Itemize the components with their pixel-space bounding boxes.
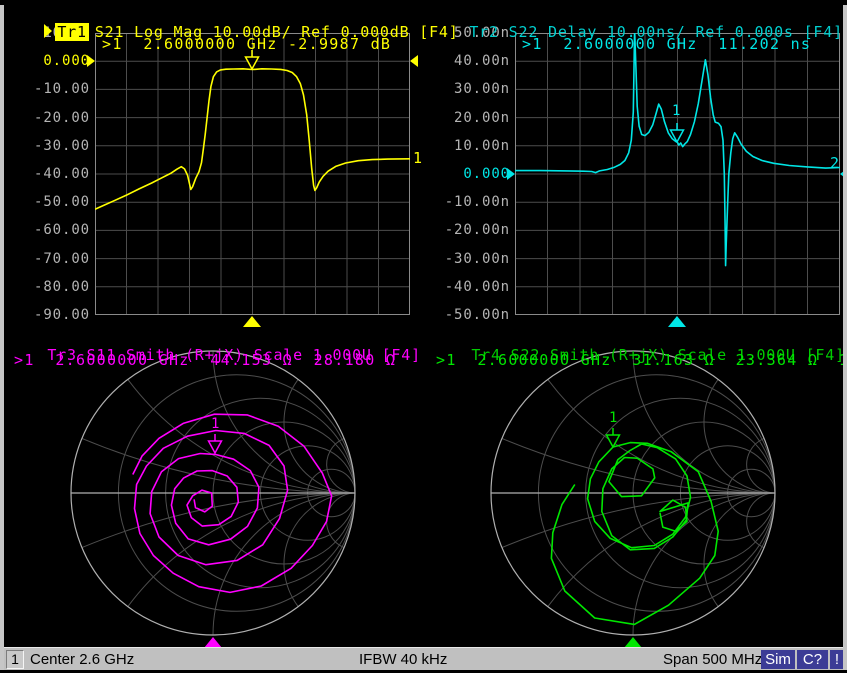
marker-readout-tr3: >1 2.6000000 GHz 44.153 Ω 28.180 Ω 1 [14,351,418,369]
trace-number-tr1: 1 [413,149,422,167]
stimulus-marker-tr2 [668,316,686,327]
marker-1-label-tr2: 1 [672,103,680,119]
left-bezel [0,5,4,670]
y-tick-label: -40.00n [445,279,510,295]
ref-level-marker-left-tr2[interactable] [507,168,515,180]
right-bezel [843,5,847,670]
ref-level-marker-left-tr1[interactable] [87,55,95,67]
sim-mode-badge: Sim [761,650,795,669]
y-tick-label: 20.00n [454,110,510,126]
y-tick-label: -30.00n [445,251,510,267]
y-tick-label: -20.00n [445,222,510,238]
smith-chart-tr4 [483,343,783,643]
y-tick-label: -50.00 [34,194,90,210]
y-tick-label: -10.00 [34,81,90,97]
marker-readout-tr4: >1 2.6000000 GHz 31.163 Ω 23.364 Ω 1 [436,351,843,369]
alert-badge: ! [830,650,844,669]
plot-area-tr1 [95,33,410,315]
y-tick-label: -80.00 [34,279,90,295]
y-tick-label: -30.00 [34,138,90,154]
y-tick-label: 0.000 [463,166,510,182]
ifbw-status: IFBW 40 kHz [359,651,447,668]
active-trace-arrow-icon [44,24,52,38]
channel-indicator: 1 [6,650,24,669]
stimulus-marker-tr1 [243,316,261,327]
y-tick-label: -40.00 [34,166,90,182]
y-tick-label: 30.00n [454,81,510,97]
vna-screen: Tr1S21 Log Mag 10.00dB/ Ref 0.000dB [F4]… [0,0,847,673]
y-tick-label: -60.00 [34,222,90,238]
smith-chart-tr3 [63,343,363,643]
y-tick-label: -90.00 [34,307,90,323]
marker-1-tr3[interactable] [207,434,223,458]
trace-badge-tr1[interactable]: Tr1 [55,23,89,41]
marker-1-tr2[interactable] [669,123,685,147]
y-tick-label: -10.00n [445,194,510,210]
trace-label-tr2[interactable]: Tr2 [469,23,499,41]
ref-level-marker-right-tr1[interactable] [410,55,418,67]
y-axis-tr1: 10.000.000-10.00-20.00-30.00-40.00-50.00… [18,33,90,315]
y-tick-label: -20.00 [34,110,90,126]
marker-1-label-tr4: 1 [609,410,617,426]
span-status: Span 500 MHz [663,651,762,668]
marker-readout-tr2: >1 2.6000000 GHz 11.202 ns [522,35,838,53]
y-tick-label: -70.00 [34,251,90,267]
plot-area-tr2 [515,33,840,315]
status-bar: 1 Center 2.6 GHz IFBW 40 kHz Span 500 MH… [4,647,843,671]
marker-1-label-tr3: 1 [211,416,219,432]
correction-status-badge: C? [797,650,828,669]
center-frequency-status: Center 2.6 GHz [30,651,134,668]
y-tick-label: -50.00n [445,307,510,323]
trace-number-tr2: 2 [830,154,839,172]
y-tick-label: 10.00n [454,138,510,154]
marker-1-tr1[interactable] [244,50,260,74]
marker-1-tr4[interactable] [605,428,621,452]
y-axis-tr2: 50.00n40.00n30.00n20.00n10.00n0.000-10.0… [438,33,510,315]
